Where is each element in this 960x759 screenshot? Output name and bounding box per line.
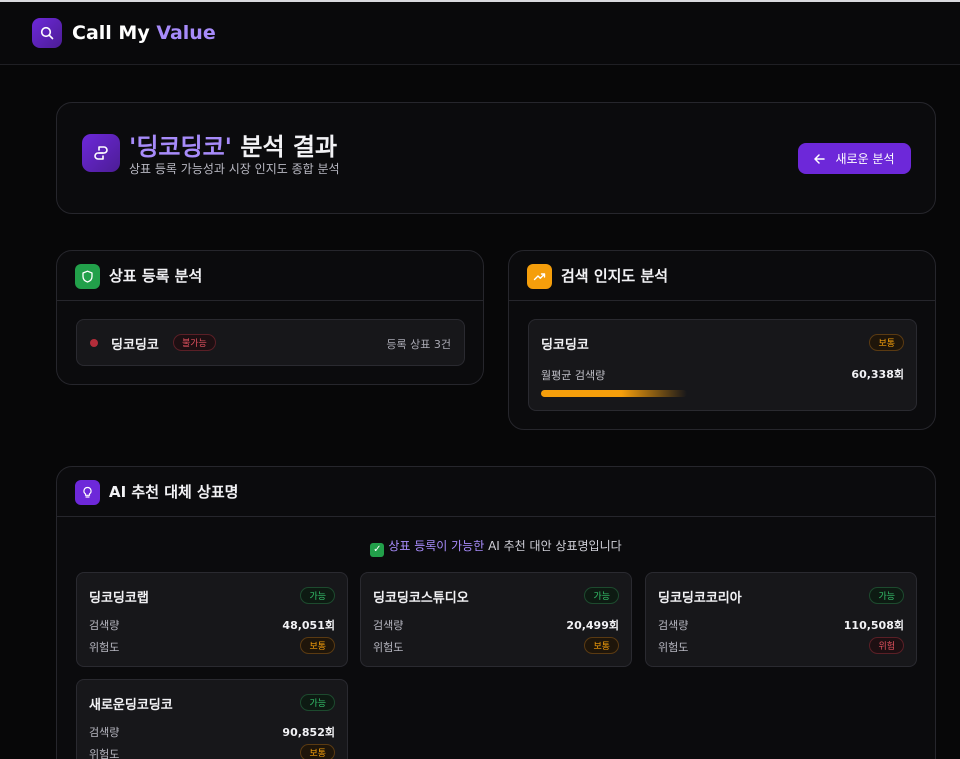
risk-badge: 보통	[584, 637, 619, 654]
analysis-icon	[82, 134, 120, 172]
trademark-result-row[interactable]: 딩코딩코 불가능 등록 상표 3건	[76, 319, 465, 366]
volume-label: 검색량	[89, 619, 120, 632]
ai-suggestions-header: AI 추천 대체 상표명	[57, 467, 935, 517]
risk-label: 위험도	[89, 748, 120, 759]
lightbulb-icon	[75, 480, 100, 505]
note-rest: AI 추천 대안 상표명입니다	[484, 539, 622, 553]
check-icon: ✓	[370, 543, 385, 557]
status-badge: 불가능	[173, 334, 216, 351]
suggestion-name: 딩코딩코코리아	[658, 591, 742, 606]
search-volume-bar-fill	[541, 390, 687, 397]
suggestion-name: 딩코딩코스튜디오	[373, 591, 469, 606]
trademark-analysis-card: 상표 등록 분석 딩코딩코 불가능 등록 상표 3건	[56, 250, 484, 385]
volume-value: 90,852회	[282, 726, 335, 739]
availability-badge: 가능	[584, 587, 619, 604]
availability-badge: 가능	[300, 587, 335, 604]
search-term-name: 딩코딩코	[541, 338, 589, 353]
search-awareness-header: 검색 인지도 분석	[509, 251, 935, 301]
volume-label: 검색량	[89, 726, 120, 739]
note-highlight: 상표 등록이 가능한	[388, 539, 485, 553]
volume-value: 110,508회	[843, 619, 904, 632]
volume-label: 검색량	[658, 619, 689, 632]
suggestion-card[interactable]: 딩코딩코스튜디오 가능 검색량 20,499회 위험도 보통	[360, 572, 632, 667]
trademark-analysis-title: 상표 등록 분석	[109, 267, 203, 285]
app-logo[interactable]: Call My Value	[72, 22, 216, 44]
ai-suggestions-note: ✓ 상표 등록이 가능한 AI 추천 대안 상표명입니다	[57, 537, 935, 557]
new-analysis-button[interactable]: 새로운 분석	[798, 143, 911, 174]
query-text: '딩코딩코'	[129, 133, 233, 161]
volume-value: 20,499회	[566, 619, 619, 632]
search-icon[interactable]	[32, 18, 62, 48]
monthly-search-value: 60,338회	[851, 368, 904, 381]
trending-up-icon	[527, 264, 552, 289]
status-dot	[90, 339, 98, 347]
trademark-name: 딩코딩코	[111, 338, 159, 353]
volume-value: 48,051회	[282, 619, 335, 632]
suggestion-card[interactable]: 새로운딩코딩코 가능 검색량 90,852회 위험도 보통	[76, 679, 348, 759]
trademark-analysis-header: 상표 등록 분석	[57, 251, 483, 301]
registered-count: 등록 상표 3건	[386, 338, 451, 351]
risk-label: 위험도	[89, 641, 120, 654]
risk-label: 위험도	[373, 641, 404, 654]
page-title: '딩코딩코' 분석 결과	[129, 127, 337, 162]
monthly-search-label: 월평균 검색량	[541, 369, 606, 382]
shield-icon	[75, 264, 100, 289]
risk-label: 위험도	[658, 641, 689, 654]
page-subtitle: 상표 등록 가능성과 시장 인지도 종합 분석	[129, 162, 340, 176]
availability-badge: 가능	[300, 694, 335, 711]
suggestion-card[interactable]: 딩코딩코코리아 가능 검색량 110,508회 위험도 위험	[645, 572, 917, 667]
level-badge: 보통	[869, 334, 904, 351]
search-result-box: 딩코딩코 보통 월평균 검색량 60,338회	[528, 319, 917, 411]
availability-badge: 가능	[869, 587, 904, 604]
suggestion-card[interactable]: 딩코딩코랩 가능 검색량 48,051회 위험도 보통	[76, 572, 348, 667]
arrow-left-icon	[814, 153, 826, 164]
search-awareness-title: 검색 인지도 분석	[561, 267, 669, 285]
risk-badge: 보통	[300, 744, 335, 759]
app-name-accent: Value	[156, 22, 216, 44]
suggestion-name: 새로운딩코딩코	[89, 698, 173, 713]
new-analysis-label: 새로운 분석	[835, 152, 895, 166]
result-header-card: '딩코딩코' 분석 결과 상표 등록 가능성과 시장 인지도 종합 분석 새로운…	[56, 102, 936, 214]
ai-suggestions-title: AI 추천 대체 상표명	[109, 483, 239, 501]
ai-suggestions-card: AI 추천 대체 상표명 ✓ 상표 등록이 가능한 AI 추천 대안 상표명입니다…	[56, 466, 936, 759]
risk-badge: 위험	[869, 637, 904, 654]
risk-badge: 보통	[300, 637, 335, 654]
suggestion-name: 딩코딩코랩	[89, 591, 149, 606]
app-name-prefix: Call My	[72, 22, 157, 44]
search-awareness-card: 검색 인지도 분석 딩코딩코 보통 월평균 검색량 60,338회	[508, 250, 936, 430]
volume-label: 검색량	[373, 619, 404, 632]
top-bar: Call My Value	[0, 2, 960, 65]
search-volume-bar	[541, 390, 906, 397]
title-suffix: 분석 결과	[232, 133, 338, 161]
